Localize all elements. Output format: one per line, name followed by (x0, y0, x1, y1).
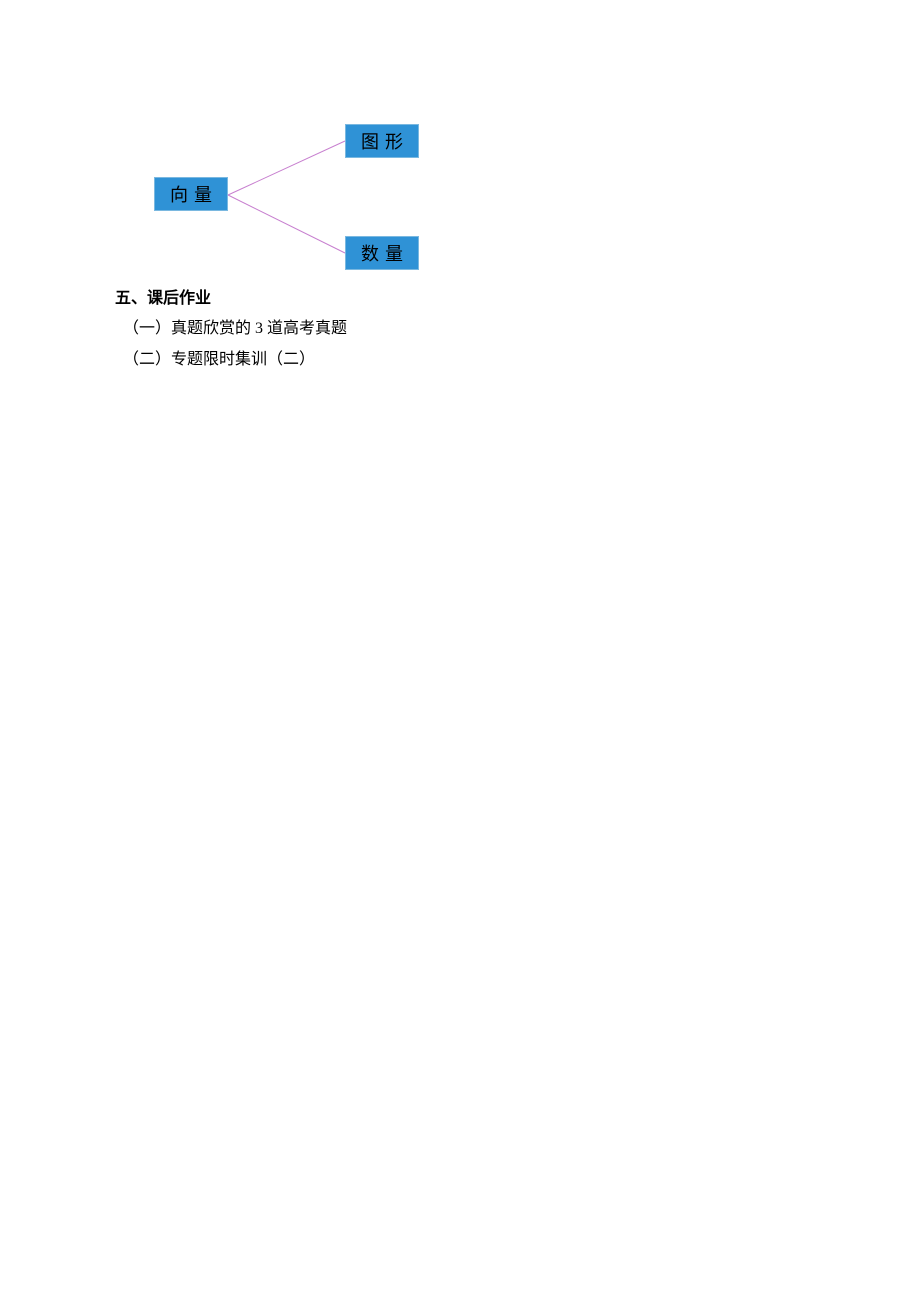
section-heading: 五、课后作业 (115, 284, 805, 314)
text-content: 五、课后作业 （一）真题欣赏的 3 道高考真题 （二）专题限时集训（二） (115, 284, 805, 375)
node-root: 向量 (154, 177, 228, 211)
node-branch-top: 图形 (345, 124, 419, 158)
connector-lines (0, 0, 920, 280)
homework-item: （一）真题欣赏的 3 道高考真题 (115, 314, 805, 344)
homework-item: （二）专题限时集训（二） (115, 345, 805, 375)
node-branch-bottom: 数量 (345, 236, 419, 270)
concept-diagram: 向量 图形 数量 (0, 0, 920, 280)
